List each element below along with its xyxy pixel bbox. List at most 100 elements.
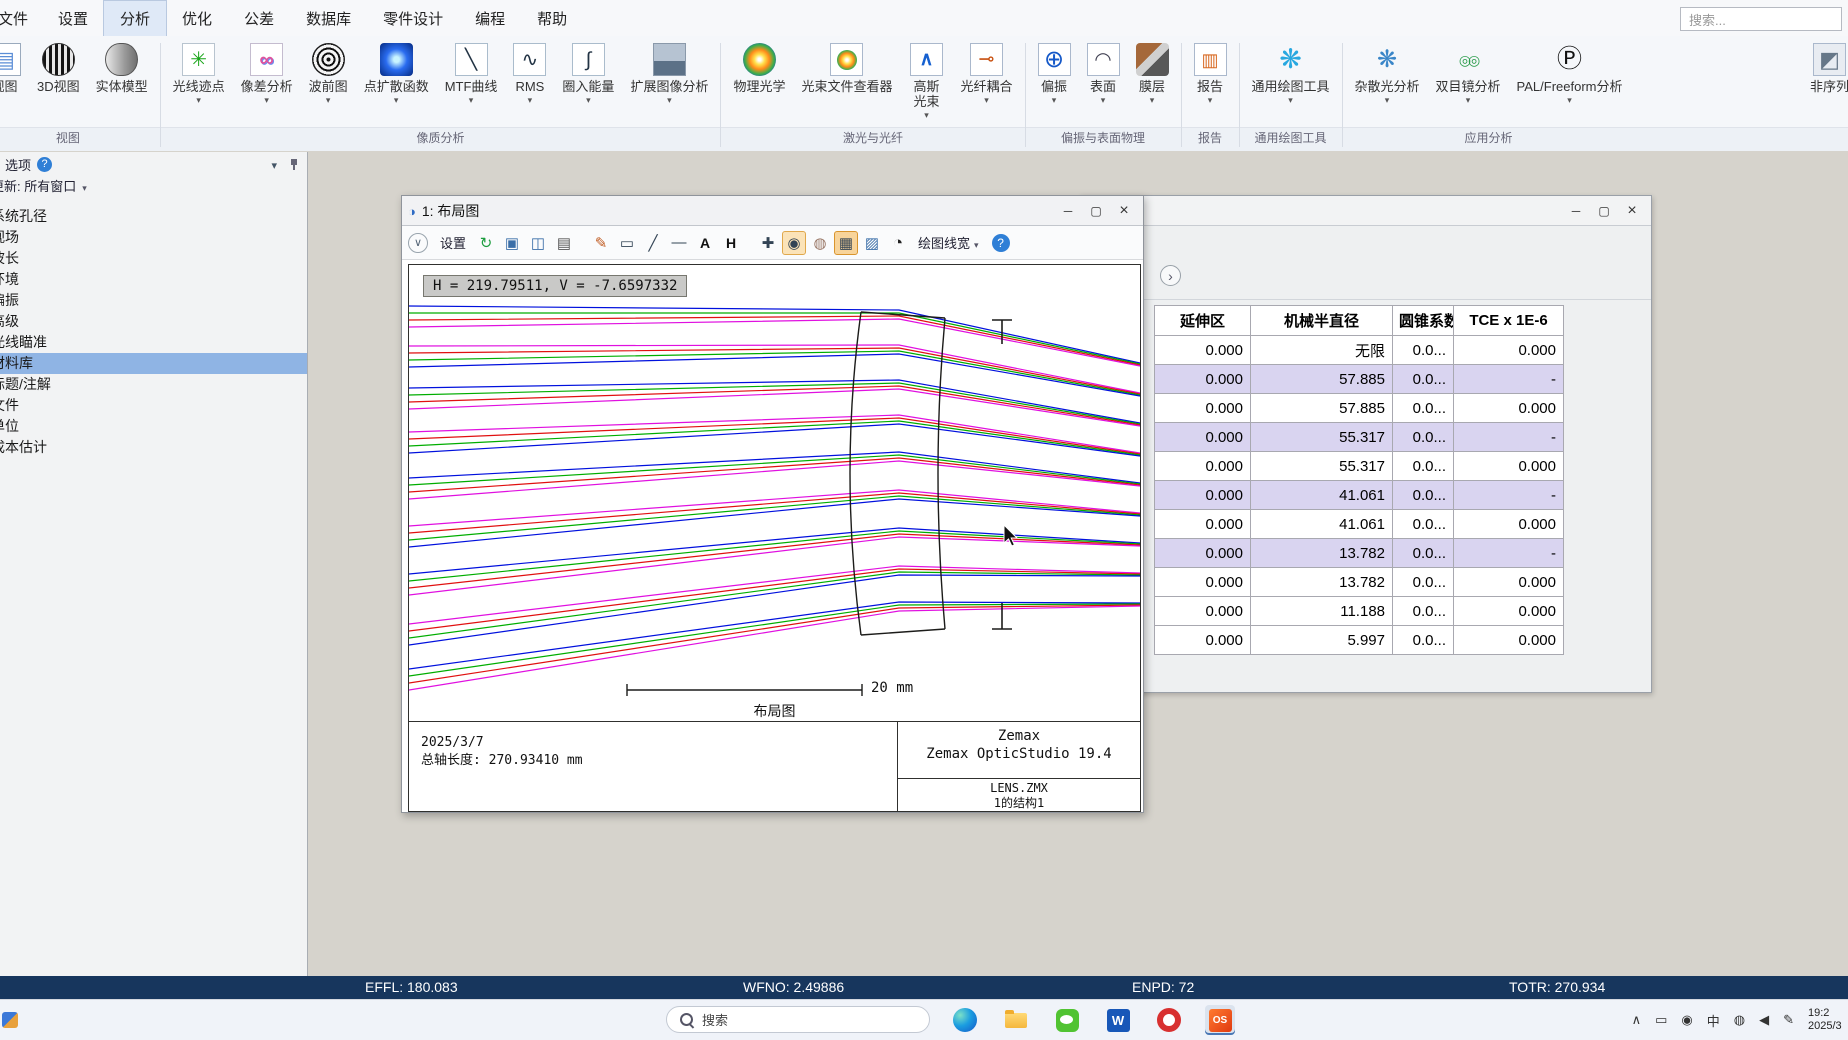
expand-settings-button[interactable] [1160,265,1181,286]
ribbon-item[interactable]: 偏振 [1030,43,1079,106]
column-header[interactable]: 延伸区 [1154,305,1251,336]
lens-data-window[interactable]: 延伸区 机械半直径 圆锥系数 TCE x 1E-6 0.000 无限 0.0..… [1080,195,1652,693]
ribbon-item[interactable]: PAL/Freeform分析 [1509,43,1631,106]
minimize-button[interactable] [1055,201,1081,221]
table-cell[interactable]: 41.061 [1250,480,1393,510]
table-cell[interactable]: 0.000 [1154,509,1251,539]
table-cell[interactable]: 41.061 [1250,509,1393,539]
table-cell[interactable]: 0.000 [1453,335,1564,365]
ribbon-item[interactable]: 表面 [1079,43,1128,106]
table-cell[interactable]: 57.885 [1250,393,1393,423]
ribbon-item[interactable]: 波前图 [301,43,356,106]
sidebar-item[interactable]: 波长 [0,248,307,269]
table-cell[interactable]: 0.000 [1154,596,1251,626]
table-cell[interactable]: 0.000 [1154,625,1251,655]
sidebar-item[interactable]: 文件 [0,395,307,416]
close-button[interactable] [1619,201,1645,221]
tray-volume-icon[interactable]: ◀ [1759,1012,1769,1028]
ribbon-item[interactable]: RMS [505,43,554,106]
table-cell[interactable]: 13.782 [1250,567,1393,597]
pinned-app-icon[interactable] [2,1012,18,1028]
table-cell[interactable]: 0.000 [1154,335,1251,365]
ribbon-item[interactable]: MTF曲线 [437,43,506,106]
sidebar-item[interactable]: 标题/注解 [0,374,307,395]
sidebar-item[interactable]: 高级 [0,311,307,332]
table-cell[interactable]: - [1453,364,1564,394]
taskbar-search-input[interactable]: 搜索 [666,1006,930,1033]
table-cell[interactable]: 0.000 [1453,596,1564,626]
ribbon-item[interactable]: 点扩散函数 [356,43,437,106]
table-cell[interactable]: - [1453,422,1564,452]
refresh-icon[interactable]: ↻ [474,231,498,255]
tray-network-icon[interactable]: ◍ [1734,1012,1745,1028]
clock-icon[interactable]: ◔ [886,231,910,255]
menu-tab[interactable]: 编程 [459,1,521,36]
table-cell[interactable]: 0.0... [1392,393,1454,423]
table-cell[interactable]: 0.000 [1154,422,1251,452]
table-cell[interactable]: 11.188 [1250,596,1393,626]
table-cell[interactable]: 0.000 [1453,509,1564,539]
start-button[interactable] [618,1011,635,1028]
table-cell[interactable]: 5.997 [1250,625,1393,655]
annotate-icon[interactable]: ✎ [589,231,613,255]
chevron-down-icon[interactable] [271,157,277,172]
layout-plot-canvas[interactable]: H = 219.79511, V = -7.6597332 20 mm 布局图 … [408,264,1141,812]
dash-tool-icon[interactable]: — [667,231,691,255]
text-tool-icon[interactable]: A [693,231,717,255]
table-cell[interactable]: 0.0... [1392,480,1454,510]
sidebar-item[interactable]: 环境 [0,269,307,290]
menu-tab[interactable]: 设置 [42,1,104,36]
table-cell[interactable]: 0.0... [1392,625,1454,655]
linewidth-dropdown[interactable]: 绘图线宽 [911,233,986,252]
ribbon-item[interactable]: 实体模型 [88,43,156,94]
edge-icon[interactable] [950,1005,980,1035]
table-cell[interactable]: 0.000 [1453,567,1564,597]
table-cell[interactable]: 0.000 [1154,538,1251,568]
ribbon-item[interactable]: 视图 [0,43,29,94]
ribbon-item[interactable]: 膜层 [1128,43,1177,106]
file-menu[interactable]: 文件 [0,8,42,29]
word-icon[interactable] [1103,1005,1133,1035]
menu-tab[interactable]: 数据库 [290,1,367,36]
settings-expand-icon[interactable] [408,232,428,253]
sidebar-item[interactable]: 光线瞄准 [0,332,307,353]
sidebar-item[interactable]: 成本估计 [0,437,307,458]
table-cell[interactable]: 0.000 [1453,393,1564,423]
help-icon[interactable]: ? [37,156,53,172]
menu-tab[interactable]: 零件设计 [367,1,459,36]
sidebar-item[interactable]: 视场 [0,227,307,248]
table-cell[interactable]: 0.0... [1392,422,1454,452]
column-header[interactable]: 机械半直径 [1250,305,1393,336]
file-explorer-icon[interactable] [1001,1005,1031,1035]
copy-icon[interactable]: ▣ [500,231,524,255]
print-icon[interactable]: ▤ [552,231,576,255]
h-tool-icon[interactable]: H [719,231,743,255]
wechat-icon[interactable] [1052,1005,1082,1035]
line-tool-icon[interactable]: ╱ [641,231,665,255]
column-header[interactable]: 圆锥系数 [1392,305,1454,336]
rectangle-tool-icon[interactable]: ▭ [615,231,639,255]
tray-expand-icon[interactable]: ∧ [1632,1012,1642,1028]
ribbon-item[interactable]: 通用绘图工具 [1244,43,1338,106]
ribbon-item[interactable]: 3D视图 [29,43,88,94]
tray-mic-icon[interactable]: ◉ [1681,1012,1692,1028]
sidebar-item[interactable]: 材料库 [0,353,307,374]
close-button[interactable] [1111,201,1137,221]
table-cell[interactable]: 13.782 [1250,538,1393,568]
settings-button[interactable]: 设置 [433,233,473,252]
table-cell[interactable]: 0.000 [1453,625,1564,655]
ribbon-item[interactable]: 光束文件查看器 [793,43,900,94]
maximize-button[interactable] [1591,201,1617,221]
zoom-icon[interactable]: ◉ [782,230,807,255]
sidebar-item[interactable]: 单位 [0,416,307,437]
tray-pen-icon[interactable]: ✎ [1783,1012,1794,1028]
ribbon-item[interactable]: 杂散光分析 [1347,43,1428,106]
image-export-icon[interactable]: ▨ [860,231,884,255]
table-cell[interactable]: - [1453,480,1564,510]
layout-plot-window[interactable]: 1: 布局图 设置 ↻▣◫▤ ✎▭╱—AH ✚◉◍▦▨◔ 绘图线宽 [401,195,1144,813]
ribbon-item[interactable]: 扩展图像分析 [622,43,716,106]
column-header[interactable]: TCE x 1E-6 [1453,305,1564,336]
table-cell[interactable]: 无限 [1250,335,1393,365]
table-cell[interactable]: 55.317 [1250,422,1393,452]
grid-icon[interactable]: ▦ [834,230,859,255]
